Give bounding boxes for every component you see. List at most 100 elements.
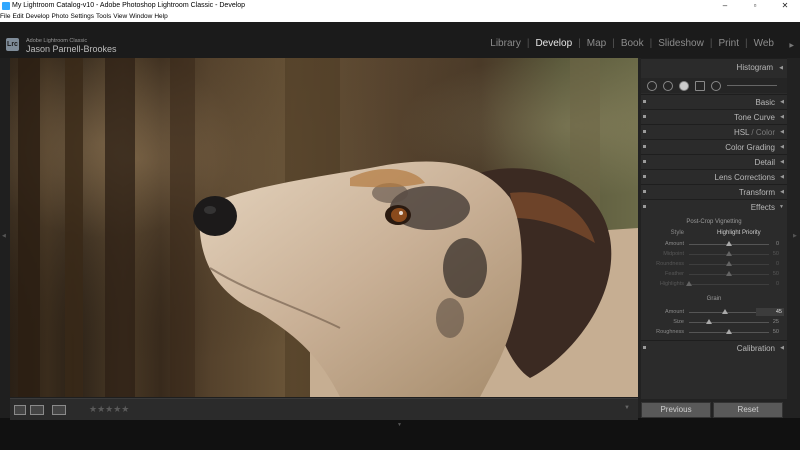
- slider-thumb[interactable]: [726, 241, 732, 246]
- tool-strip: [641, 78, 787, 93]
- previous-button[interactable]: Previous: [641, 402, 711, 418]
- right-panel-toggle-icon[interactable]: ▶: [793, 233, 797, 239]
- filmstrip-area: ▼: [0, 420, 800, 450]
- module-slideshow[interactable]: Slideshow: [652, 38, 710, 49]
- develop-panels: Histogram ◀ Basic ◀ Tone Curve ◀ HSL / Col…: [641, 58, 787, 399]
- window-titlebar: My Lightroom Catalog-v10 - Adobe Photosh…: [0, 0, 800, 12]
- module-library[interactable]: Library: [484, 38, 527, 49]
- module-web[interactable]: Web: [748, 38, 780, 49]
- module-develop[interactable]: Develop: [529, 38, 578, 49]
- collapse-icon: ◀: [779, 65, 783, 71]
- grain-roughness-value[interactable]: 50: [773, 327, 779, 337]
- grain-title: Grain: [706, 296, 722, 302]
- style-label: Style: [670, 230, 684, 236]
- vignette-feather-slider[interactable]: Feather 50: [641, 269, 787, 279]
- vignette-highlights-label: Highlights: [659, 281, 684, 287]
- menu-window[interactable]: Window: [129, 12, 152, 22]
- panel-calibration[interactable]: Calibration ◀: [641, 340, 787, 356]
- slider-thumb[interactable]: [726, 329, 732, 334]
- vignette-midpoint-slider[interactable]: Midpoint 50: [641, 249, 787, 259]
- menu-view[interactable]: View: [113, 12, 127, 22]
- reset-button[interactable]: Reset: [713, 402, 783, 418]
- slider-thumb[interactable]: [722, 309, 728, 314]
- vignette-midpoint-value[interactable]: 50: [773, 249, 779, 259]
- heal-tool-icon[interactable]: [663, 81, 673, 91]
- vignette-amount-slider[interactable]: Amount 0: [641, 239, 787, 249]
- grain-size-value[interactable]: 25: [773, 317, 779, 327]
- grain-roughness-slider[interactable]: Roughness 50: [641, 327, 787, 337]
- vignetting-title: Post-Crop Vignetting: [686, 219, 742, 225]
- panel-tone-curve[interactable]: Tone Curve ◀: [641, 109, 787, 125]
- grain-size-label: Size: [673, 319, 684, 325]
- vignette-style-row: Style Highlight Priority: [641, 228, 787, 238]
- color-label[interactable]: Color: [756, 128, 775, 137]
- hsl-label[interactable]: HSL: [734, 128, 749, 137]
- filmstrip-toggle-icon[interactable]: ▼: [397, 422, 402, 428]
- panel-lens-corrections[interactable]: Lens Corrections ◀: [641, 169, 787, 185]
- slider-thumb[interactable]: [706, 319, 712, 324]
- menu-bar: File Edit Develop Photo Settings Tools View Win…: [0, 12, 800, 22]
- slider-thumb[interactable]: [726, 251, 732, 256]
- compare-view-icon[interactable]: [52, 405, 66, 415]
- menu-file[interactable]: File: [0, 12, 10, 22]
- grain-size-slider[interactable]: Size 25: [641, 317, 787, 327]
- panel-histogram[interactable]: Histogram ◀: [641, 58, 787, 77]
- menu-help[interactable]: Help: [154, 12, 167, 22]
- menu-edit[interactable]: Edit: [12, 12, 23, 22]
- vignette-highlights-slider[interactable]: Highlights 0: [641, 279, 787, 289]
- vignette-highlights-value[interactable]: 0: [776, 279, 779, 289]
- vignette-roundness-value[interactable]: 0: [776, 259, 779, 269]
- menu-develop[interactable]: Develop: [26, 12, 50, 22]
- module-map[interactable]: Map: [581, 38, 612, 49]
- vignette-roundness-label: Roundness: [656, 261, 684, 267]
- menu-tools[interactable]: Tools: [96, 12, 111, 22]
- crop-tool-icon[interactable]: [647, 81, 657, 91]
- left-panel-toggle-icon[interactable]: ◀: [2, 233, 6, 239]
- panel-color-grading[interactable]: Color Grading ◀: [641, 139, 787, 155]
- gradient-tool-icon[interactable]: [711, 81, 721, 91]
- lrc-logo: Lrc: [6, 38, 19, 51]
- grain-amount-slider[interactable]: Amount 45: [641, 307, 787, 317]
- slider-thumb[interactable]: [686, 281, 692, 286]
- slider-track[interactable]: [689, 322, 769, 323]
- maximize-button[interactable]: ▫: [740, 0, 770, 12]
- loupe-view-icon[interactable]: [14, 405, 26, 415]
- close-button[interactable]: ✕: [770, 0, 800, 12]
- minimize-button[interactable]: –: [710, 0, 740, 12]
- menu-settings[interactable]: Settings: [71, 12, 95, 22]
- grain-roughness-label: Roughness: [656, 329, 684, 335]
- star-rating[interactable]: ★★★★★: [89, 404, 129, 415]
- vignette-amount-value[interactable]: 0: [776, 239, 779, 249]
- panel-detail[interactable]: Detail ◀: [641, 154, 787, 170]
- identity-bar: Lrc Adobe Lightroom Classic Jason Parnel…: [0, 22, 800, 58]
- slider-thumb[interactable]: [726, 261, 732, 266]
- masking-tool-icon[interactable]: [695, 81, 705, 91]
- right-panel: Histogram ◀ Basic ◀ Tone Curve ◀ HSL / Col…: [638, 58, 800, 418]
- slider-thumb[interactable]: [726, 271, 732, 276]
- panel-basic[interactable]: Basic ◀: [641, 94, 787, 110]
- tool-slider-track: [727, 85, 777, 86]
- vignette-roundness-slider[interactable]: Roundness 0: [641, 259, 787, 269]
- redeye-tool-icon[interactable]: [679, 81, 689, 91]
- panel-effects[interactable]: Effects ▼: [641, 199, 787, 215]
- panel-toggle-icon[interactable]: ▶: [789, 42, 794, 49]
- app-icon: [2, 2, 10, 10]
- module-book[interactable]: Book: [615, 38, 650, 49]
- module-print[interactable]: Print: [712, 38, 745, 49]
- vignette-amount-label: Amount: [665, 241, 684, 247]
- photo-preview[interactable]: [10, 58, 638, 397]
- module-picker: Library | Develop | Map | Book | Slideshow | Print…: [484, 38, 780, 49]
- grain-amount-label: Amount: [665, 309, 684, 315]
- menu-photo[interactable]: Photo: [52, 12, 69, 22]
- toolbar-menu-icon[interactable]: ▼: [624, 405, 630, 411]
- slider-track[interactable]: [689, 284, 769, 285]
- panel-transform[interactable]: Transform ◀: [641, 184, 787, 200]
- vignette-feather-value[interactable]: 50: [773, 269, 779, 279]
- user-name: Jason Parnell-Brookes: [26, 44, 117, 54]
- grain-amount-value[interactable]: 45: [756, 308, 784, 316]
- style-dropdown[interactable]: Highlight Priority: [717, 228, 761, 238]
- vignette-feather-label: Feather: [665, 271, 684, 277]
- before-after-icon[interactable]: [30, 405, 44, 415]
- panel-hsl-color[interactable]: HSL / Color ◀: [641, 124, 787, 140]
- main-view: ◀: [0, 58, 638, 418]
